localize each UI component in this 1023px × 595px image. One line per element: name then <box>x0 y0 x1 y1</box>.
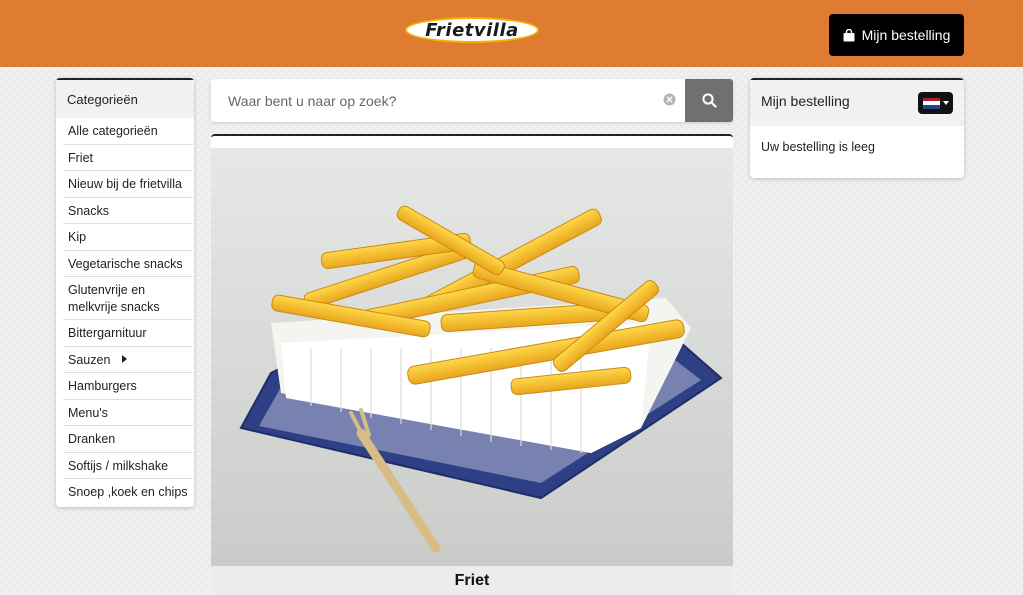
category-label: Kip <box>68 230 87 244</box>
shopping-bag-icon <box>843 28 855 41</box>
category-item-glutenfree[interactable]: Glutenvrije en melkvrije snacks <box>63 277 193 320</box>
category-item-friet[interactable]: Friet <box>63 145 193 171</box>
site-header: Frietvilla Mijn bestelling <box>0 0 1023 67</box>
category-sidebar: Categorieën Alle categorieën Friet Nieuw… <box>56 78 194 507</box>
my-order-button[interactable]: Mijn bestelling <box>829 14 964 56</box>
caret-right-icon <box>122 354 128 363</box>
category-label: Nieuw bij de frietvilla <box>68 177 182 191</box>
category-label: Snacks <box>68 203 109 218</box>
order-panel: Mijn bestelling Uw bestelling is leeg <box>750 78 964 178</box>
category-label: Bittergarnituur <box>68 326 147 340</box>
category-item-dranken[interactable]: Dranken <box>63 426 193 453</box>
logo-text: Frietvilla <box>425 19 519 41</box>
category-item-kip[interactable]: Kip <box>63 224 193 251</box>
category-list: Alle categorieën Friet Nieuw bij de frie… <box>56 118 194 507</box>
category-label: Alle categorieën <box>68 124 158 138</box>
order-empty-message: Uw bestelling is leeg <box>761 140 875 154</box>
category-label: Dranken <box>68 432 116 446</box>
nl-flag-icon <box>922 97 940 109</box>
category-label: Menu's <box>68 405 108 420</box>
category-label: Vegetarische snacks <box>68 256 183 271</box>
category-item-softijs[interactable]: Softijs / milkshake <box>63 453 193 479</box>
order-panel-title: Mijn bestelling <box>761 93 850 109</box>
chevron-down-icon <box>942 101 949 105</box>
search-button[interactable] <box>685 79 733 122</box>
category-label: Friet <box>68 150 93 165</box>
frietvilla-logo[interactable]: Frietvilla <box>405 17 539 43</box>
my-order-button-label: Mijn bestelling <box>861 27 951 43</box>
search-input[interactable] <box>211 79 685 122</box>
category-label: Glutenvrije en melkvrije snacks <box>68 283 160 314</box>
category-item-bittergarnituur[interactable]: Bittergarnituur <box>63 320 193 347</box>
category-label: Hamburgers <box>68 379 137 393</box>
category-item-all[interactable]: Alle categorieën <box>63 118 193 145</box>
language-select[interactable] <box>918 92 953 114</box>
clear-search-icon[interactable] <box>663 93 676 106</box>
category-item-menus[interactable]: Menu's <box>63 400 193 426</box>
category-item-hamburgers[interactable]: Hamburgers <box>63 373 193 400</box>
category-label: Softijs / milkshake <box>68 458 169 473</box>
product-name: Friet <box>211 566 733 595</box>
order-panel-header: Mijn bestelling <box>750 80 964 126</box>
category-label: Snoep ,koek en chips <box>68 485 188 499</box>
category-item-snoep[interactable]: Snoep ,koek en chips <box>63 479 193 505</box>
sidebar-title: Categorieën <box>56 80 194 118</box>
category-item-snacks[interactable]: Snacks <box>63 198 193 224</box>
category-item-sauzen[interactable]: Sauzen <box>63 347 193 373</box>
category-label: Sauzen <box>68 352 111 367</box>
category-item-new[interactable]: Nieuw bij de frietvilla <box>63 171 193 198</box>
fries-image[interactable] <box>211 148 733 566</box>
search-bar <box>211 79 733 122</box>
category-item-vegetarian[interactable]: Vegetarische snacks <box>63 251 193 277</box>
search-icon <box>701 93 717 108</box>
product-card[interactable]: Friet <box>211 134 733 595</box>
